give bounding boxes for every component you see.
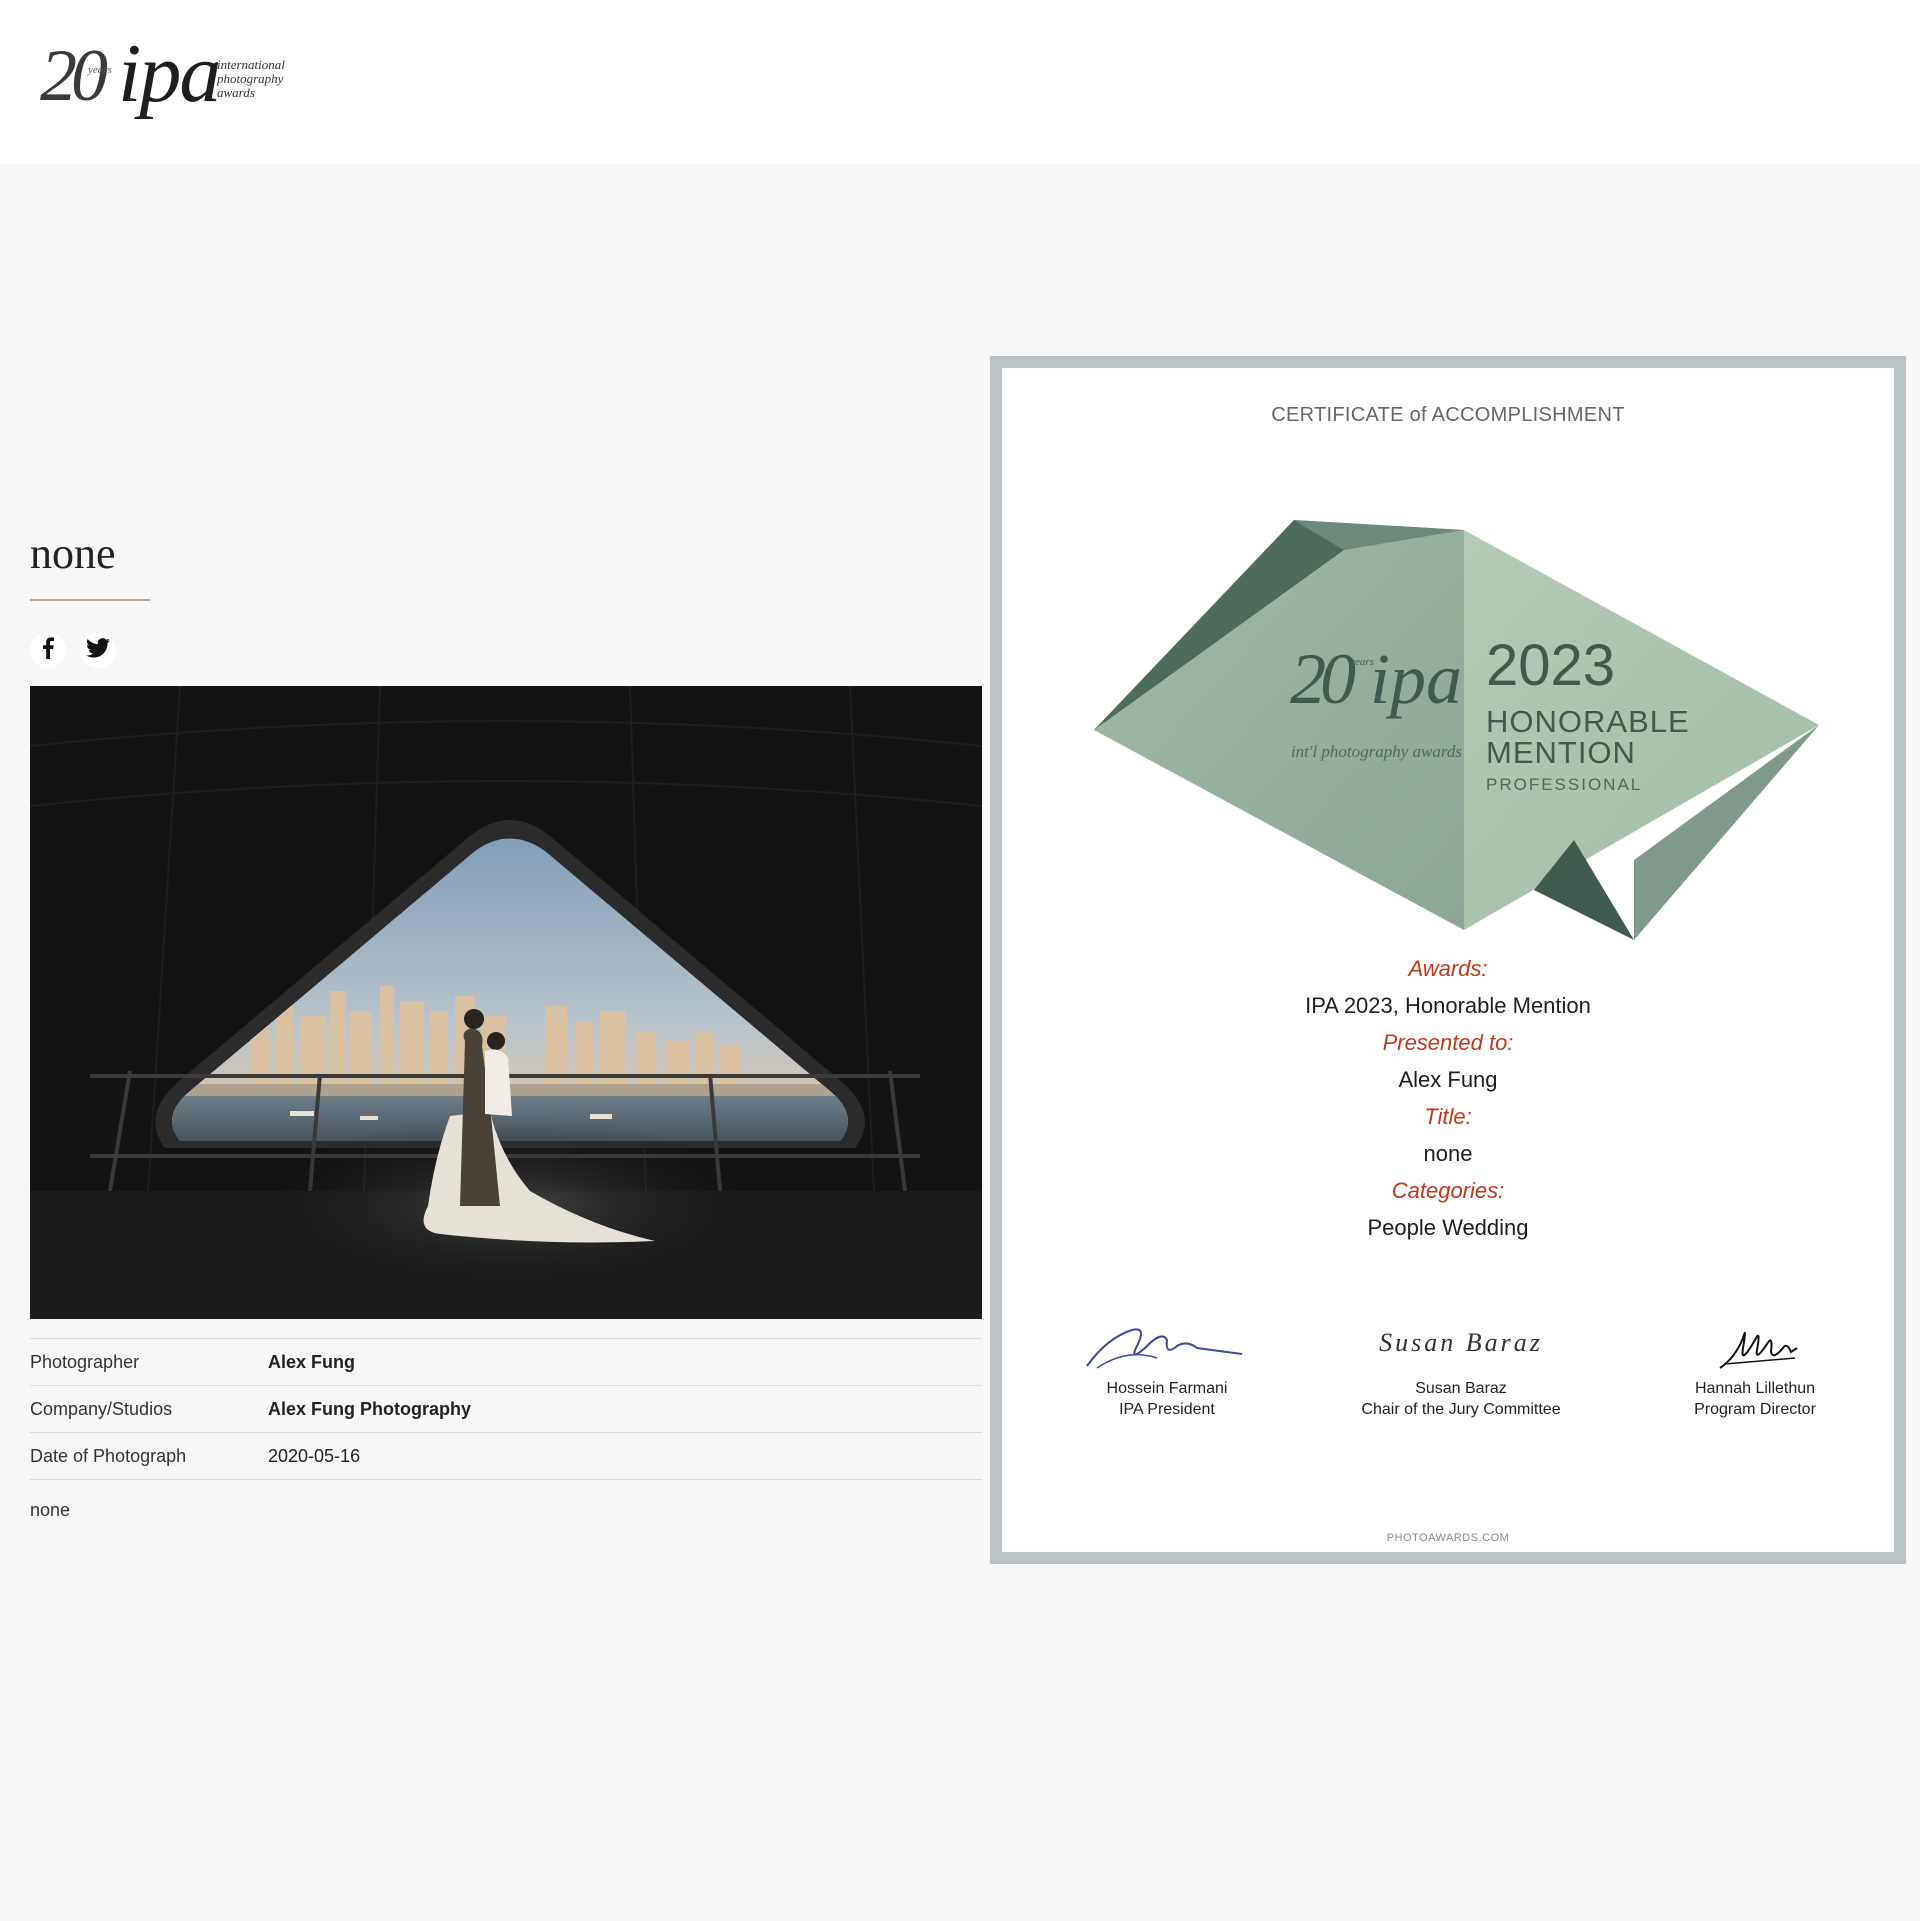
site-header: 20 years ipa international photography a… (0, 0, 1920, 164)
badge-level: PROFESSIONAL (1486, 775, 1643, 794)
date-row: Date of Photograph 2020-05-16 (30, 1432, 982, 1480)
photographer-row: Photographer Alex Fung (30, 1338, 982, 1385)
categories-value: People Wedding (1367, 1215, 1529, 1240)
categories-label: Categories: (1391, 1178, 1505, 1203)
logo-brand: ipa (118, 27, 221, 120)
facebook-icon (41, 636, 55, 664)
photo-description: none (30, 1500, 71, 1520)
title-divider (30, 599, 150, 601)
company-row: Company/Studios Alex Fung Photography (30, 1385, 982, 1432)
signature-jury-chair: Susan Baraz Susan Baraz Chair of the Jur… (1331, 1330, 1591, 1420)
logo-tagline: international photography awards (217, 57, 285, 100)
signature-role: Chair of the Jury Committee (1361, 1401, 1561, 1418)
signature-name: Hannah Lillethun (1694, 1380, 1816, 1397)
signature-graphic: Susan Baraz (1379, 1328, 1543, 1357)
certificate[interactable]: CERTIFICATE of ACCOMPLISHMENT 20yearsipa… (990, 356, 1906, 1564)
photographer-value: Alex Fung (268, 1351, 356, 1372)
facebook-share-button[interactable] (30, 632, 66, 668)
signature-graphic (1037, 1318, 1297, 1374)
certificate-fields: Awards: IPA 2023, Honorable Mention Pres… (1002, 950, 1894, 1246)
logo-years: years (88, 64, 112, 76)
badge-tagline: int'l photography awards (1290, 742, 1462, 761)
signature-president: Hossein Farmani IPA President (1037, 1328, 1297, 1420)
presented-label: Presented to: (1382, 1030, 1514, 1055)
badge-award: HONORABLE MENTION (1486, 704, 1690, 770)
award-photograph[interactable] (30, 686, 982, 1319)
certificate-body: CERTIFICATE of ACCOMPLISHMENT 20yearsipa… (1002, 368, 1894, 1552)
signature-name: Hossein Farmani (1106, 1380, 1228, 1397)
title-label: Title: (1424, 1104, 1472, 1129)
certificate-heading: CERTIFICATE of ACCOMPLISHMENT (1271, 404, 1625, 426)
photographer-label: Photographer (30, 1351, 140, 1372)
signature-name: Susan Baraz (1415, 1380, 1507, 1397)
signature-program-director: Hannah Lillethun Program Director (1625, 1331, 1885, 1420)
photo-details: Photographer Alex Fung Company/Studios A… (30, 1338, 982, 1480)
award-badge: 20yearsipa int'l photography awards 2023… (1094, 510, 1834, 950)
signature-role: IPA President (1119, 1401, 1215, 1418)
date-value: 2020-05-16 (268, 1445, 361, 1466)
twitter-icon (86, 637, 110, 663)
badge-logo: 20yearsipa (1290, 639, 1462, 719)
badge-year: 2023 (1486, 633, 1616, 698)
social-share (30, 632, 116, 668)
awards-label: Awards: (1408, 956, 1488, 981)
ipa-logo[interactable]: 20 years ipa international photography a… (40, 32, 300, 126)
date-label: Date of Photograph (30, 1445, 187, 1466)
company-label: Company/Studios (30, 1398, 173, 1419)
signature-role: Program Director (1694, 1401, 1816, 1418)
logo-number: 20 (40, 35, 108, 117)
page-title: none (30, 529, 116, 578)
title-value: none (1423, 1141, 1473, 1166)
twitter-share-button[interactable] (80, 632, 116, 668)
company-value: Alex Fung Photography (268, 1398, 472, 1419)
certificate-footer: PHOTOAWARDS.COM (1386, 1532, 1510, 1544)
awards-value: IPA 2023, Honorable Mention (1305, 993, 1591, 1018)
signature-graphic (1625, 1318, 1885, 1374)
presented-value: Alex Fung (1398, 1067, 1498, 1092)
